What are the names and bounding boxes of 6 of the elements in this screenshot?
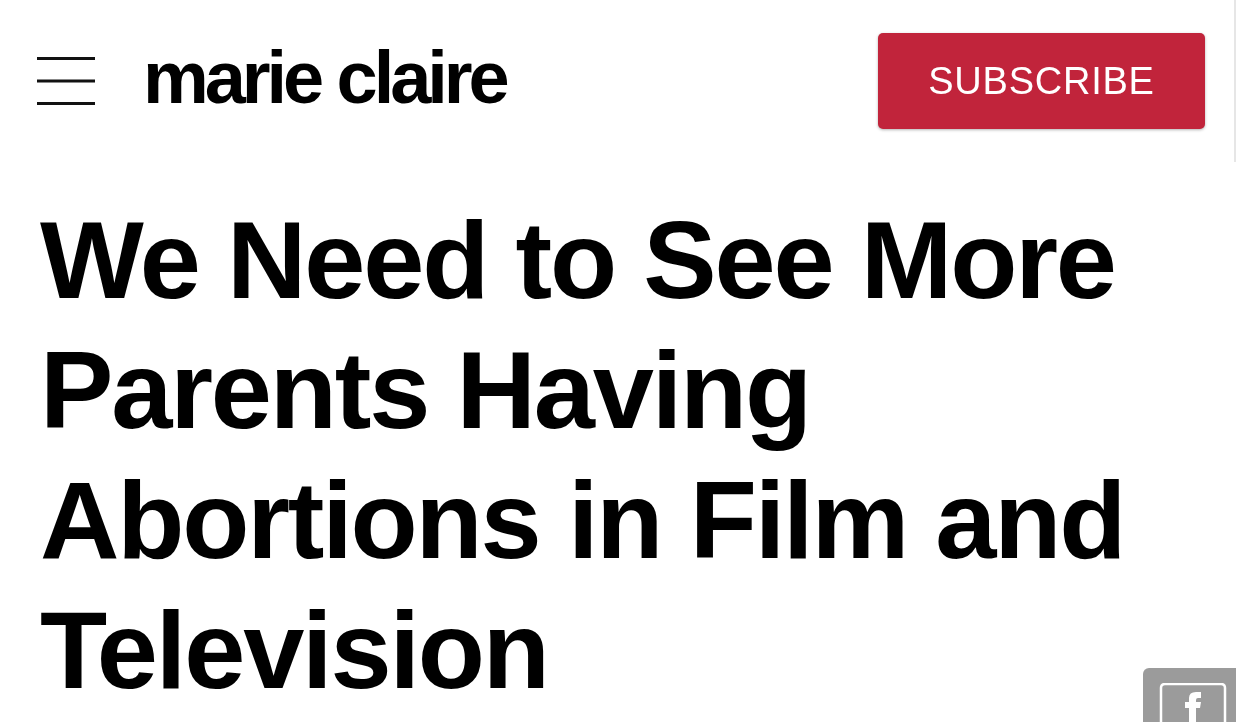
- article-headline: We Need to See More Parents Having Abortions in Film and Television: [40, 197, 1126, 713]
- menu-icon[interactable]: [37, 56, 95, 106]
- logo[interactable]: marie claire: [143, 41, 506, 121]
- subscribe-button[interactable]: SUBSCRIBE: [878, 33, 1205, 129]
- f-logo-icon: [1157, 683, 1229, 722]
- share-button[interactable]: [1143, 668, 1236, 722]
